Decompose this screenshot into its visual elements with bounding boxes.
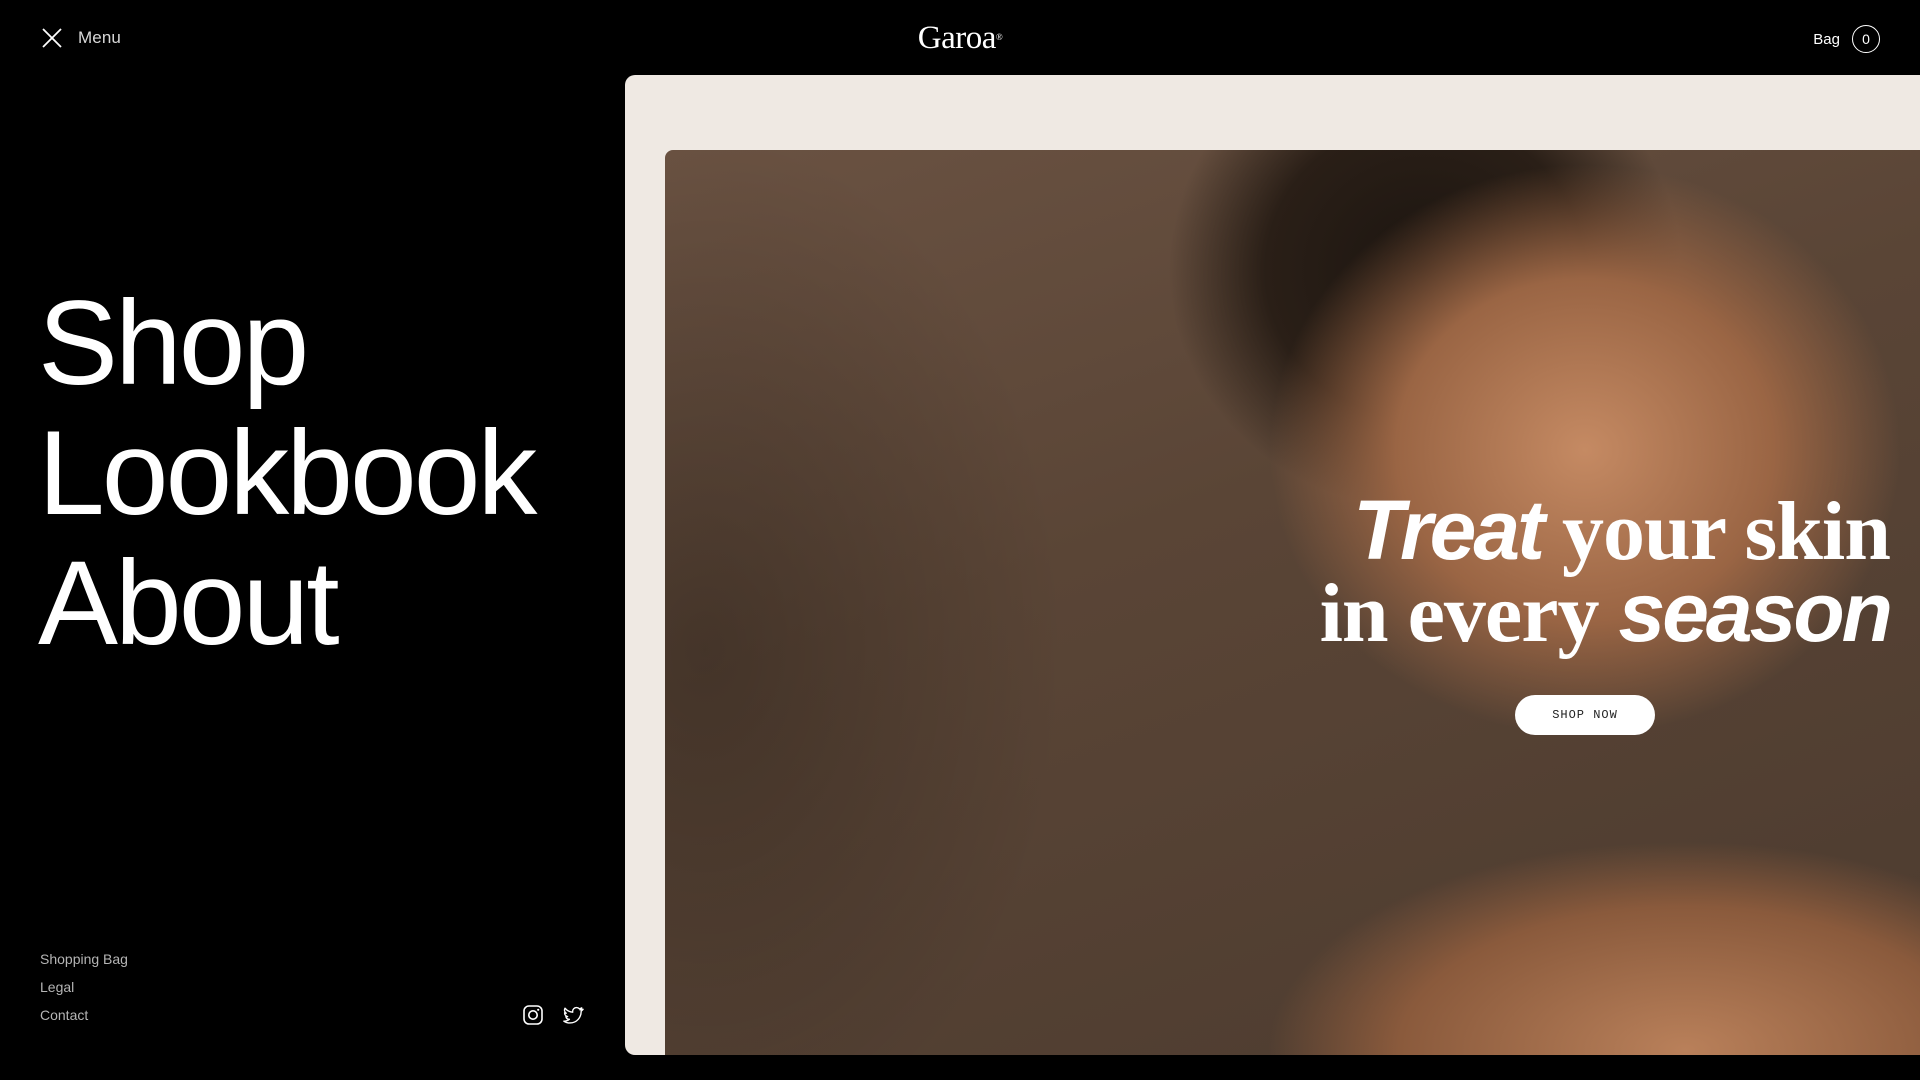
headline-in-every: in every bbox=[1319, 567, 1619, 660]
nav-item-shop[interactable]: Shop bbox=[38, 278, 534, 408]
bag-count-badge: 0 bbox=[1852, 25, 1880, 53]
hero-panel: Treat your skin in every season SHOP NOW bbox=[625, 75, 1920, 1055]
page: Menu Garoa® Bag 0 Shop Lookbook About Sh… bbox=[0, 0, 1920, 1080]
menu-close-button[interactable]: Menu bbox=[40, 26, 121, 50]
bag-button[interactable]: Bag 0 bbox=[1813, 25, 1880, 53]
headline-word-season: season bbox=[1618, 565, 1893, 659]
shop-now-button[interactable]: SHOP NOW bbox=[1515, 695, 1655, 735]
footer-link-shopping-bag[interactable]: Shopping Bag bbox=[40, 950, 128, 968]
social-links bbox=[522, 1004, 584, 1026]
logo-text: Garoa bbox=[917, 20, 997, 56]
nav-item-lookbook[interactable]: Lookbook bbox=[38, 408, 537, 538]
footer-links: Shopping Bag Legal Contact bbox=[40, 950, 128, 1024]
close-icon bbox=[42, 28, 62, 48]
twitter-icon[interactable] bbox=[562, 1004, 584, 1026]
instagram-icon[interactable] bbox=[522, 1004, 544, 1026]
nav-item-about[interactable]: About bbox=[38, 538, 534, 668]
menu-label: Menu bbox=[78, 28, 121, 47]
headline-word-treat: Treat bbox=[1353, 483, 1545, 577]
main-nav: Shop Lookbook About bbox=[38, 278, 537, 668]
hero-image: Treat your skin in every season SHOP NOW bbox=[665, 150, 1920, 1055]
brand-logo[interactable]: Garoa® bbox=[917, 20, 1003, 57]
footer-link-legal[interactable]: Legal bbox=[40, 978, 128, 996]
hero-headline: Treat your skin in every season bbox=[1320, 488, 1893, 656]
site-header: Menu Garoa® Bag 0 bbox=[0, 0, 1920, 78]
footer-link-contact[interactable]: Contact bbox=[40, 1006, 128, 1024]
logo-mark: ® bbox=[995, 32, 1003, 42]
bag-label: Bag bbox=[1813, 30, 1840, 48]
